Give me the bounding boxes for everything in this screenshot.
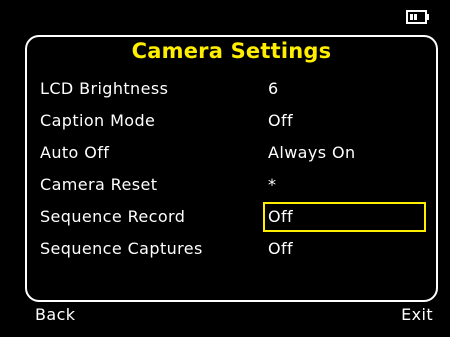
selected-value-box[interactable]: Off xyxy=(263,202,426,232)
setting-value: 6 xyxy=(268,79,279,98)
setting-label: Auto Off xyxy=(40,143,110,162)
setting-row-lcd-brightness[interactable]: LCD Brightness 6 xyxy=(27,73,436,105)
setting-row-sequence-record[interactable]: Sequence Record Off xyxy=(27,201,436,233)
setting-row-camera-reset[interactable]: Camera Reset * xyxy=(27,169,436,201)
back-softkey[interactable]: Back xyxy=(35,305,75,324)
setting-value: Off xyxy=(268,111,294,130)
battery-icon xyxy=(406,10,429,24)
setting-label: Caption Mode xyxy=(40,111,156,130)
setting-value: * xyxy=(268,175,277,194)
setting-value: Off xyxy=(268,239,294,258)
camera-settings-panel: Camera Settings LCD Brightness 6 Caption… xyxy=(25,35,438,302)
setting-label: Sequence Captures xyxy=(40,239,203,258)
setting-row-caption-mode[interactable]: Caption Mode Off xyxy=(27,105,436,137)
setting-row-auto-off[interactable]: Auto Off Always On xyxy=(27,137,436,169)
setting-label: LCD Brightness xyxy=(40,79,169,98)
exit-softkey[interactable]: Exit xyxy=(401,305,433,324)
page-title: Camera Settings xyxy=(131,39,332,63)
setting-row-sequence-captures[interactable]: Sequence Captures Off xyxy=(27,233,436,265)
setting-label: Sequence Record xyxy=(40,207,186,226)
setting-label: Camera Reset xyxy=(40,175,158,194)
setting-value: Always On xyxy=(268,143,356,162)
